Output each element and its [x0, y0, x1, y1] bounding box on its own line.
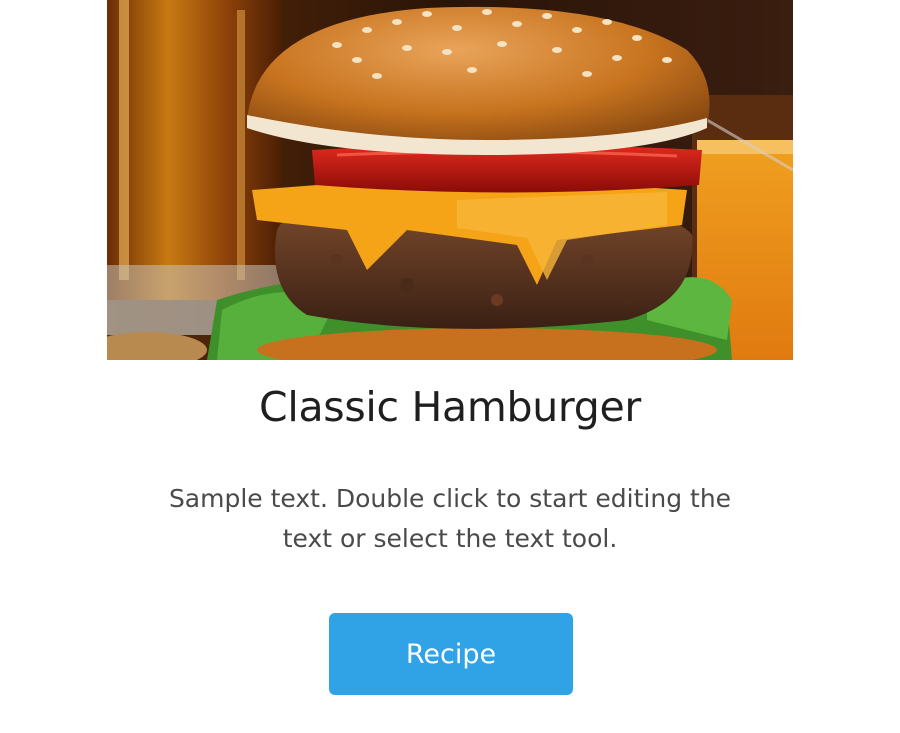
recipe-button[interactable]: Recipe [329, 613, 573, 695]
recipe-card: Classic Hamburger Sample text. Double cl… [0, 0, 900, 733]
hamburger-photo [107, 0, 793, 360]
card-description: Sample text. Double click to start editi… [168, 484, 732, 553]
card-title: Classic Hamburger [259, 383, 641, 431]
